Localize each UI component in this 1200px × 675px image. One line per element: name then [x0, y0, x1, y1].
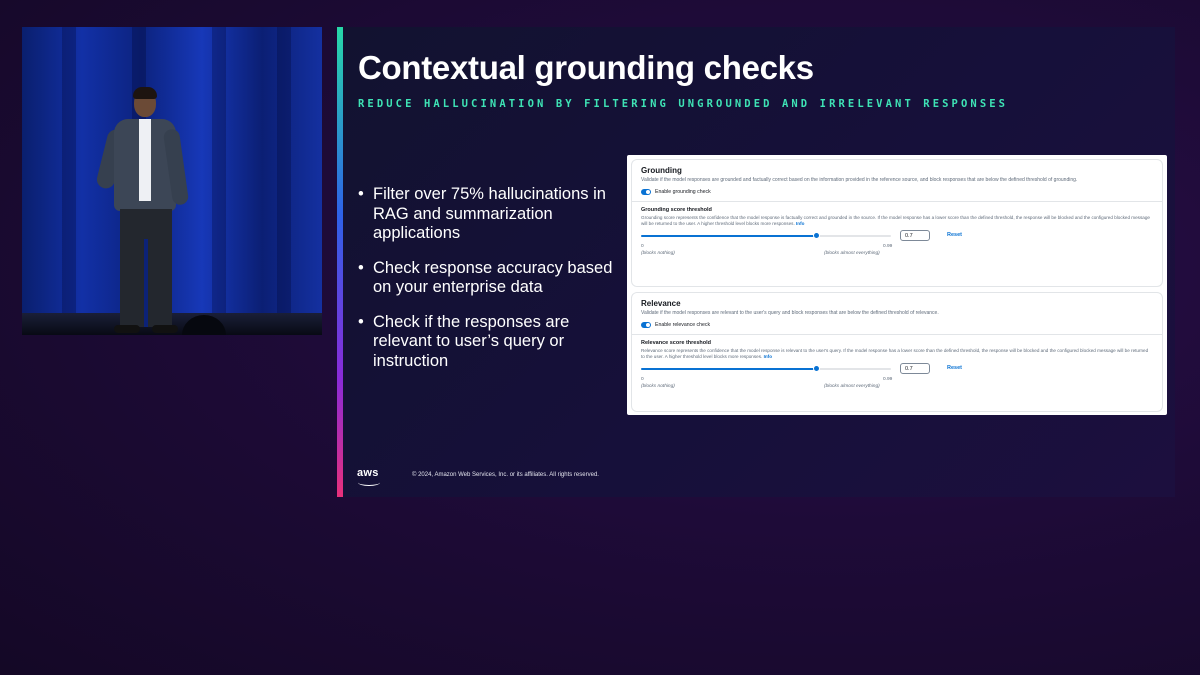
relevance-slider-track[interactable] [641, 365, 891, 373]
grounding-value-input[interactable]: 0.7 [900, 230, 930, 242]
bullet-item: • Check response accuracy based on your … [358, 259, 628, 298]
relevance-threshold-label: Relevance score threshold [641, 340, 712, 346]
relevance-slider-row: 0.7 Reset [641, 363, 1153, 377]
relevance-slider-thumb[interactable] [812, 365, 820, 373]
grounding-scale-max: 0.99 [883, 244, 893, 250]
relevance-max-label: (blocks almost everything) [824, 384, 880, 390]
relevance-scale-min: 0 [641, 377, 644, 383]
curtain-fold [277, 27, 291, 315]
relevance-card: Relevance Validate if the model response… [631, 292, 1163, 412]
relevance-threshold-text: Relevance score represents the confidenc… [641, 348, 1149, 360]
grounding-min-label: (blocks nothing) [641, 251, 675, 257]
relevance-toggle[interactable] [641, 322, 651, 328]
grounding-description: Validate if the model responses are grou… [641, 177, 1078, 183]
bullet-glyph: • [358, 185, 364, 203]
relevance-toggle-row: Enable relevance check [641, 322, 1153, 328]
presentation-slide: Contextual grounding checks REDUCE HALLU… [337, 27, 1175, 497]
console-screenshot: Grounding Validate if the model response… [627, 155, 1167, 415]
divider [632, 201, 1162, 202]
grounding-max-label: (blocks almost everything) [824, 251, 880, 257]
grounding-slider-row: 0.7 Reset [641, 230, 1153, 244]
grounding-card: Grounding Validate if the model response… [631, 159, 1163, 287]
grounding-slider-track[interactable] [641, 232, 891, 240]
bullet-list: • Filter over 75% hallucinations in RAG … [358, 185, 628, 386]
relevance-scale-labels: (blocks nothing) (blocks almost everythi… [641, 384, 901, 392]
speaker-figure [95, 87, 196, 335]
presenter-video [22, 27, 322, 335]
relevance-value-input[interactable]: 0.7 [900, 363, 930, 375]
bullet-glyph: • [358, 258, 364, 277]
grounding-toggle-label: Enable grounding check [655, 189, 711, 195]
relevance-slider-fill [641, 368, 816, 371]
grounding-threshold-label: Grounding score threshold [641, 207, 712, 213]
bullet-text: Check response accuracy based on your en… [373, 258, 613, 297]
divider [632, 334, 1162, 335]
grounding-scale-min: 0 [641, 244, 644, 250]
grounding-slider-fill [641, 235, 816, 238]
slide-title: Contextual grounding checks [358, 49, 814, 86]
grounding-threshold-description: Grounding score represents the confidenc… [641, 215, 1151, 227]
bullet-text: Check if the responses are relevant to u… [373, 312, 570, 370]
grounding-reset-link[interactable]: Reset [947, 232, 962, 238]
grounding-scale-labels: (blocks nothing) (blocks almost everythi… [641, 251, 901, 259]
grounding-toggle[interactable] [641, 189, 651, 195]
aws-logo: aws [357, 467, 383, 487]
grounding-info-link[interactable]: Info [796, 221, 804, 226]
bullet-text: Filter over 75% hallucinations in RAG an… [373, 185, 606, 242]
relevance-min-label: (blocks nothing) [641, 384, 675, 390]
relevance-toggle-label: Enable relevance check [655, 322, 711, 328]
curtain-fold [212, 27, 226, 315]
bullet-item: • Filter over 75% hallucinations in RAG … [358, 185, 628, 244]
relevance-description: Validate if the model responses are rele… [641, 310, 939, 316]
relevance-reset-link[interactable]: Reset [947, 365, 962, 371]
relevance-threshold-description: Relevance score represents the confidenc… [641, 348, 1151, 360]
relevance-info-link[interactable]: Info [764, 354, 772, 359]
grounding-slider-thumb[interactable] [812, 232, 820, 240]
relevance-scale-max: 0.99 [883, 377, 893, 383]
aws-smile-icon [358, 479, 380, 486]
copyright-notice: © 2024, Amazon Web Services, Inc. or its… [412, 472, 599, 478]
curtain-fold [62, 27, 76, 315]
slide-accent-bar [337, 27, 343, 497]
grounding-title: Grounding [641, 166, 682, 175]
bullet-glyph: • [358, 312, 364, 331]
grounding-toggle-row: Enable grounding check [641, 189, 1153, 195]
relevance-title: Relevance [641, 299, 681, 308]
aws-logo-text: aws [357, 467, 379, 479]
bullet-item: • Check if the responses are relevant to… [358, 313, 628, 372]
slide-subtitle: REDUCE HALLUCINATION BY FILTERING UNGROU… [358, 98, 1009, 110]
grounding-threshold-text: Grounding score represents the confidenc… [641, 215, 1150, 227]
